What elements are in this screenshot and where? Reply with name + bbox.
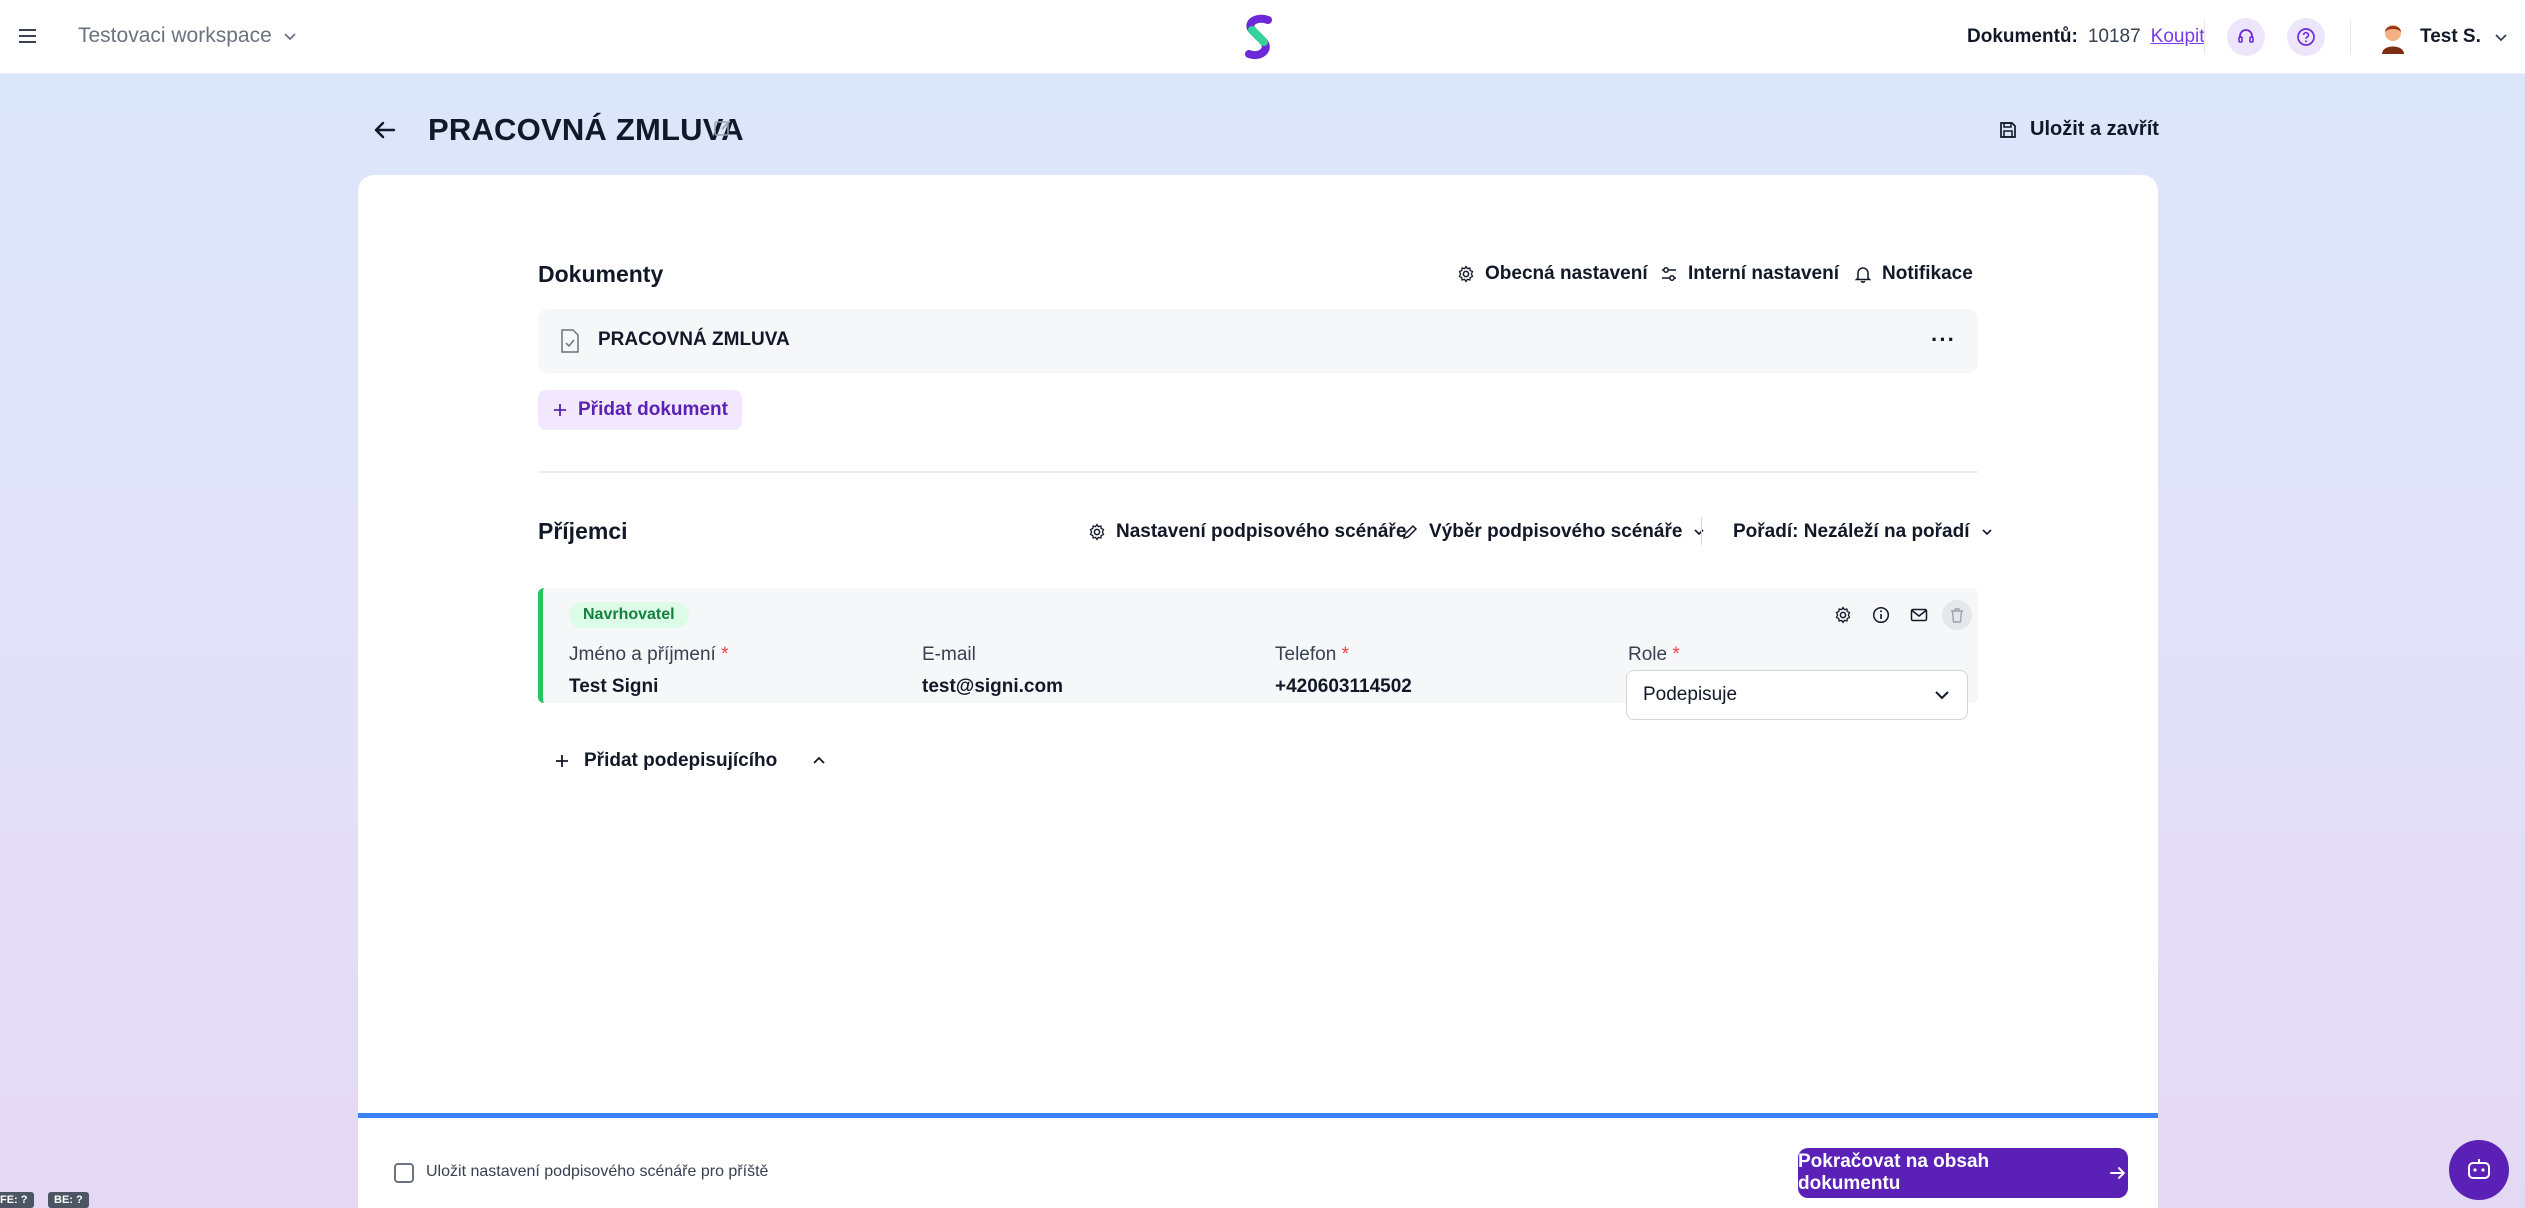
name-label: Jméno a příjmení * — [569, 644, 729, 665]
role-value: Podepisuje — [1643, 684, 1738, 705]
scenario-settings-label: Nastavení podpisového scénáře — [1116, 521, 1407, 542]
continue-button[interactable]: Pokračovat na obsah dokumentu — [1798, 1148, 2128, 1198]
more-options-icon[interactable]: ··· — [1931, 327, 1956, 353]
scenario-settings-button[interactable]: Nastavení podpisového scénáře — [1088, 521, 1406, 543]
general-settings-button[interactable]: Obecná nastavení — [1457, 263, 1648, 285]
menu-icon[interactable] — [18, 26, 38, 46]
recipient-actions — [1828, 600, 1972, 630]
chevron-down-icon — [1981, 529, 1992, 536]
user-name: Test S. — [2420, 26, 2481, 47]
general-settings-label: Obecná nastavení — [1485, 263, 1648, 284]
recipients-title: Příjemci — [538, 518, 628, 544]
phone-field: Telefon * +420603114502 — [1275, 644, 1412, 698]
role-label: Role * — [1628, 644, 1680, 665]
save-icon — [2000, 121, 2016, 138]
add-document-button[interactable]: Přidat dokument — [538, 390, 742, 430]
scenario-choice-dropdown[interactable]: Výběr podpisového scénáře — [1401, 521, 1706, 543]
scenario-choice-label: Výběr podpisového scénáře — [1429, 521, 1683, 542]
chat-bot-icon — [2468, 1159, 2490, 1179]
recipient-card: Navrhovatel Jméno a příjmení * Test Sign… — [538, 588, 1978, 720]
divider — [2204, 20, 2205, 54]
support-button[interactable] — [2227, 18, 2265, 56]
workspace-selector[interactable]: Testovaci workspace — [78, 24, 298, 48]
chevron-up-icon[interactable] — [811, 753, 827, 769]
back-arrow-icon[interactable] — [370, 116, 398, 144]
workspace-name: Testovaci workspace — [78, 24, 272, 47]
document-row[interactable]: PRACOVNÁ ZMLUVA ··· — [538, 309, 1978, 373]
headset-icon — [2238, 29, 2254, 43]
gear-icon — [1835, 606, 1851, 624]
required-mark: * — [1341, 644, 1349, 665]
phone-label: Telefon * — [1275, 644, 1349, 665]
gear-icon — [1089, 523, 1105, 541]
order-label: Pořadí: Nezáleží na pořadí — [1733, 521, 1970, 542]
avatar — [2382, 25, 2404, 54]
role-field: Role * — [1628, 644, 1680, 666]
trash-icon — [1951, 608, 1963, 623]
be-version-badge: BE: ? — [48, 1192, 89, 1208]
documents-title: Dokumenty — [538, 261, 664, 287]
chevron-down-icon — [2495, 34, 2507, 42]
recipient-info-button[interactable] — [1866, 600, 1896, 630]
recipient-delete-button[interactable] — [1942, 600, 1972, 630]
required-mark: * — [721, 644, 729, 665]
chevron-down-icon — [284, 33, 296, 41]
chat-button[interactable] — [2449, 1140, 2509, 1200]
page-title: PRACOVNÁ ZMLUVA — [428, 112, 744, 147]
document-name: PRACOVNÁ ZMLUVA — [598, 329, 790, 350]
save-scenario-checkbox[interactable] — [394, 1163, 414, 1183]
documents-label: Dokumentů: — [1967, 26, 2078, 47]
question-icon — [2297, 28, 2315, 46]
recipient-settings-button[interactable] — [1828, 600, 1858, 630]
documents-counter: Dokumentů: 10187 Koupit — [1967, 26, 2205, 48]
name-value: Test Signi — [569, 676, 659, 697]
notifications-label: Notifikace — [1882, 263, 1973, 284]
chevron-down-icon — [1935, 691, 1949, 700]
continue-label: Pokračovat na obsah dokumentu — [1798, 1151, 1990, 1194]
recipient-badge: Navrhovatel — [569, 602, 689, 628]
edit-icon[interactable] — [713, 118, 733, 138]
mail-icon — [1910, 608, 1928, 622]
add-document-label: Přidat dokument — [578, 399, 728, 420]
pencil-icon — [1402, 524, 1418, 540]
required-mark: * — [1672, 644, 1680, 665]
divider — [2350, 20, 2351, 54]
main-card: Dokumenty Obecná nastavení Interní nasta… — [358, 175, 2158, 1115]
document-check-icon — [561, 329, 579, 353]
save-scenario-label: Uložit nastavení podpisového scénáře pro… — [426, 1163, 769, 1180]
phone-value: +420603114502 — [1275, 676, 1412, 697]
internal-settings-label: Interní nastavení — [1688, 263, 1839, 284]
fe-version-badge: FE: ? — [0, 1192, 34, 1208]
buy-link[interactable]: Koupit — [2151, 26, 2205, 48]
email-field: E-mail test@signi.com — [922, 644, 1063, 698]
plus-icon — [554, 404, 566, 416]
recipient-email-button[interactable] — [1904, 600, 1934, 630]
save-and-close-label: Uložit a zavřít — [2030, 118, 2159, 140]
bell-icon — [1854, 267, 1872, 283]
user-menu[interactable]: Test S. — [2378, 20, 2509, 54]
add-signer-button[interactable]: Přidat podepisujícího — [554, 750, 827, 772]
section-divider — [538, 471, 1978, 473]
save-and-close-button[interactable]: Uložit a zavřít — [1998, 118, 2159, 141]
help-button[interactable] — [2287, 18, 2325, 56]
role-select[interactable]: Podepisuje — [1626, 670, 1968, 720]
arrow-right-icon — [2110, 1167, 2126, 1179]
email-label: E-mail — [922, 644, 976, 665]
gear-icon — [1458, 265, 1474, 283]
documents-count: 10187 — [2087, 26, 2141, 47]
chevron-down-icon — [1694, 529, 1704, 536]
plus-icon — [556, 755, 568, 767]
bottom-bar: Uložit nastavení podpisového scénáře pro… — [358, 1118, 2158, 1208]
signi-logo[interactable] — [1240, 14, 1278, 60]
top-bar: Testovaci workspace Dokumentů: 10187 Kou… — [0, 0, 2525, 74]
internal-settings-button[interactable]: Interní nastavení — [1660, 263, 1839, 285]
name-field: Jméno a příjmení * Test Signi — [569, 644, 728, 698]
add-signer-label: Přidat podepisujícího — [584, 750, 778, 771]
sliders-icon — [1662, 267, 1676, 281]
divider — [1701, 517, 1702, 545]
order-dropdown[interactable]: Pořadí: Nezáleží na pořadí — [1733, 521, 1994, 543]
info-icon — [1872, 606, 1890, 624]
notifications-button[interactable]: Notifikace — [1854, 263, 1973, 285]
email-value: test@signi.com — [922, 676, 1063, 697]
